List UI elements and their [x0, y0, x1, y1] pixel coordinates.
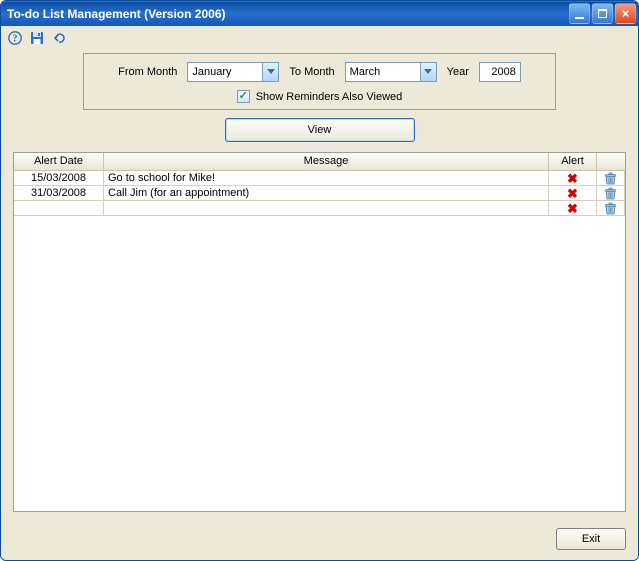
- to-month-value: March: [346, 66, 420, 78]
- view-button-wrap: View: [13, 118, 626, 142]
- trash-icon: [601, 201, 620, 215]
- undo-icon[interactable]: [51, 30, 67, 46]
- cell-alert[interactable]: ✖: [549, 186, 597, 201]
- show-reminders-checkbox[interactable]: ✓: [237, 90, 250, 103]
- table-row[interactable]: 31/03/2008 Call Jim (for an appointment)…: [14, 186, 625, 201]
- grid-header: Alert Date Message Alert: [14, 153, 625, 171]
- cell-date: 15/03/2008: [14, 171, 104, 186]
- cell-alert[interactable]: ✖: [549, 171, 597, 186]
- cell-alert[interactable]: ✖: [549, 201, 597, 216]
- minimize-button[interactable]: [569, 3, 590, 24]
- x-icon: ✖: [567, 187, 578, 200]
- checkbox-row: ✓ Show Reminders Also Viewed: [94, 90, 545, 103]
- filter-group: From Month January To Month March Year: [83, 53, 556, 110]
- to-month-select[interactable]: March: [345, 62, 437, 82]
- titlebar: To-do List Management (Version 2006) ×: [1, 1, 638, 26]
- view-button[interactable]: View: [225, 118, 415, 142]
- to-month-label: To Month: [289, 66, 334, 78]
- view-button-label: View: [308, 124, 332, 136]
- data-grid: Alert Date Message Alert 15/03/2008 Go t…: [13, 152, 626, 512]
- cell-message: [104, 201, 549, 216]
- chevron-down-icon: [420, 63, 436, 81]
- cell-delete[interactable]: [597, 186, 625, 201]
- column-header-actions: [597, 153, 625, 170]
- toolbar: ?: [1, 26, 638, 49]
- year-input[interactable]: [479, 62, 521, 82]
- table-row[interactable]: ✖: [14, 201, 625, 216]
- checkbox-label: Show Reminders Also Viewed: [256, 91, 403, 103]
- cell-date: 31/03/2008: [14, 186, 104, 201]
- cell-delete[interactable]: [597, 201, 625, 216]
- cell-date: [14, 201, 104, 216]
- cell-message: Go to school for Mike!: [104, 171, 549, 186]
- grid-body: 15/03/2008 Go to school for Mike! ✖ 31/0…: [14, 171, 625, 511]
- from-month-label: From Month: [118, 66, 177, 78]
- save-icon[interactable]: [29, 30, 45, 46]
- maximize-button[interactable]: [592, 3, 613, 24]
- trash-icon: [601, 186, 620, 200]
- from-month-value: January: [188, 66, 262, 78]
- window-title: To-do List Management (Version 2006): [7, 7, 567, 21]
- close-button[interactable]: ×: [615, 3, 636, 24]
- chevron-down-icon: [262, 63, 278, 81]
- from-month-select[interactable]: January: [187, 62, 279, 82]
- content-area: From Month January To Month March Year: [1, 49, 638, 522]
- filter-row: From Month January To Month March Year: [94, 62, 545, 82]
- exit-button-label: Exit: [582, 533, 600, 545]
- trash-icon: [601, 171, 620, 185]
- year-label: Year: [447, 66, 469, 78]
- window-frame: To-do List Management (Version 2006) × ?…: [0, 0, 639, 561]
- column-header-message[interactable]: Message: [104, 153, 549, 170]
- table-row[interactable]: 15/03/2008 Go to school for Mike! ✖: [14, 171, 625, 186]
- column-header-alert[interactable]: Alert: [549, 153, 597, 170]
- exit-button[interactable]: Exit: [556, 528, 626, 550]
- help-icon[interactable]: ?: [7, 30, 23, 46]
- footer: Exit: [1, 522, 638, 560]
- cell-message: Call Jim (for an appointment): [104, 186, 549, 201]
- cell-delete[interactable]: [597, 171, 625, 186]
- x-icon: ✖: [567, 172, 578, 185]
- column-header-date[interactable]: Alert Date: [14, 153, 104, 170]
- svg-text:?: ?: [13, 33, 18, 44]
- x-icon: ✖: [567, 202, 578, 215]
- check-mark-icon: ✓: [239, 91, 248, 102]
